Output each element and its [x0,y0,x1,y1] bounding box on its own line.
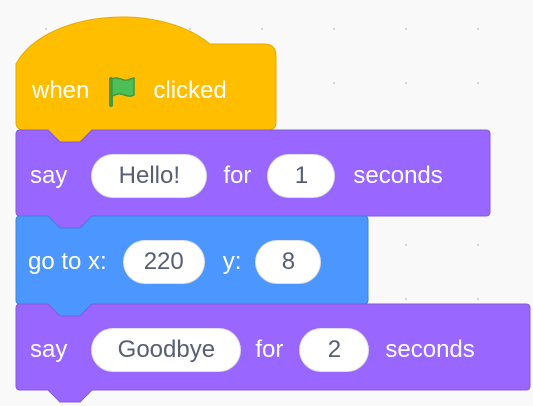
y-input[interactable]: 8 [255,240,322,284]
message-input[interactable]: Hello! [91,154,208,198]
hat-row: when clicked [32,66,227,116]
when-label: when [32,77,90,104]
seconds-label: seconds [353,162,443,189]
scratch-script-area: { "script": { "hat": { "label_when": "wh… [0,0,533,406]
say-row-1: say Hello! for 1 seconds [30,152,443,200]
for-label: for [223,162,252,189]
message-input[interactable]: Goodbye [91,328,242,372]
x-input[interactable]: 220 [122,240,205,284]
say-for-secs-block-1[interactable]: say Hello! for 1 seconds [15,129,491,229]
seconds-input[interactable]: 1 [267,154,336,198]
go-to-xy-block[interactable]: go to x: 220 y: 8 [15,215,369,317]
goto-row: go to x: 220 y: 8 [28,238,322,286]
say-row-2: say Goodbye for 2 seconds [30,326,475,374]
green-flag-icon [103,73,139,109]
y-label: y: [222,248,242,275]
seconds-input[interactable]: 2 [299,328,370,372]
go-to-x-label: go to x: [28,248,107,275]
when-flag-clicked-block[interactable]: when clicked [15,6,277,143]
say-label: say [30,336,68,363]
seconds-label: seconds [385,336,475,363]
say-for-secs-block-2[interactable]: say Goodbye for 2 seconds [15,303,531,403]
for-label: for [255,336,284,363]
clicked-label: clicked [153,77,227,104]
say-label: say [30,162,68,189]
